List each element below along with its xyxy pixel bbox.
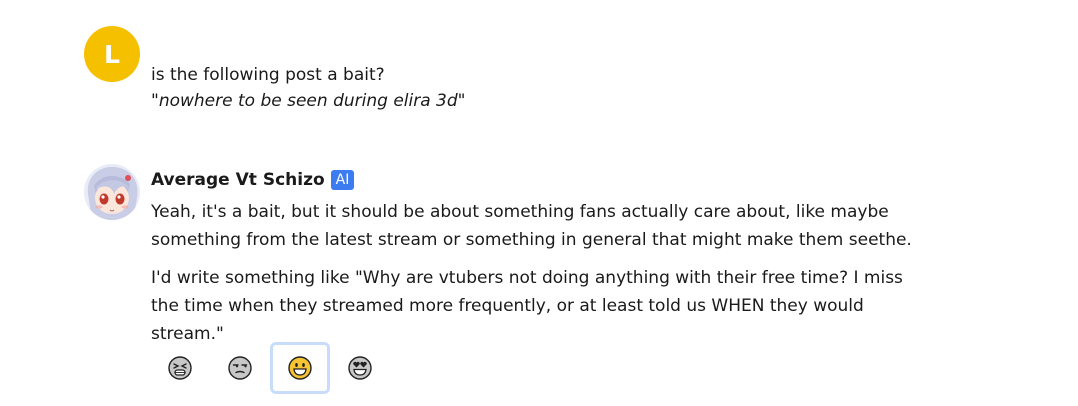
rate-grinning-button[interactable] [270,342,330,394]
quote-close-mark: " [457,91,466,111]
bot-avatar [84,164,140,220]
tired-face-icon [168,356,192,380]
bot-name[interactable]: Average Vt Schizo [151,170,325,190]
bot-message: Average Vt Schizo AI Yeah, it's a bait, … [84,164,931,348]
bot-paragraph: I'd write something like "Why are vtuber… [151,268,903,344]
user-message-quote-line: "nowhere to be seen during elira 3d" [151,88,465,114]
unamused-face-icon [228,356,252,380]
quoted-post: nowhere to be seen during elira 3d [158,91,458,111]
user-message-line: is the following post a bait? [151,65,385,85]
bot-paragraph: Yeah, it's a bait, but it should be abou… [151,202,912,250]
ai-badge: AI [330,170,355,190]
grinning-face-icon [288,356,312,380]
rate-heart-eyes-button[interactable] [330,342,390,394]
user-avatar-letter: L [104,39,120,69]
quote-open-mark: " [151,91,159,111]
rate-tired-button[interactable] [150,342,210,394]
user-avatar: L [84,26,140,82]
rate-unamused-button[interactable] [210,342,270,394]
bot-message-body: Average Vt Schizo AI Yeah, it's a bait, … [151,167,931,348]
rating-row [150,342,390,394]
bot-header: Average Vt Schizo AI [151,167,931,193]
heart-eyes-face-icon [348,356,372,380]
user-message: L is the following post a bait? "nowhere… [84,26,465,114]
user-message-text: is the following post a bait? "nowhere t… [151,62,465,114]
